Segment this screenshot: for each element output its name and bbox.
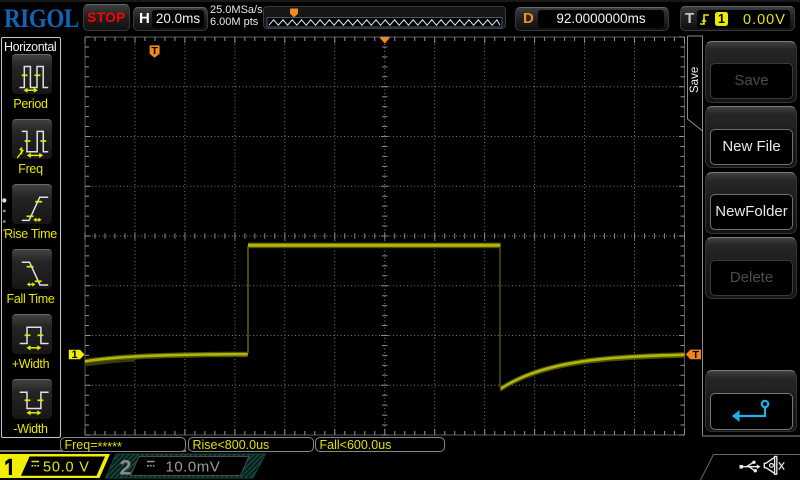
svg-text:T: T (151, 45, 158, 57)
svg-text:10.0mV: 10.0mV (166, 459, 221, 476)
svg-text:2: 2 (120, 456, 132, 480)
svg-text:50.0 V: 50.0 V (43, 460, 90, 476)
svg-text:1: 1 (71, 349, 77, 361)
